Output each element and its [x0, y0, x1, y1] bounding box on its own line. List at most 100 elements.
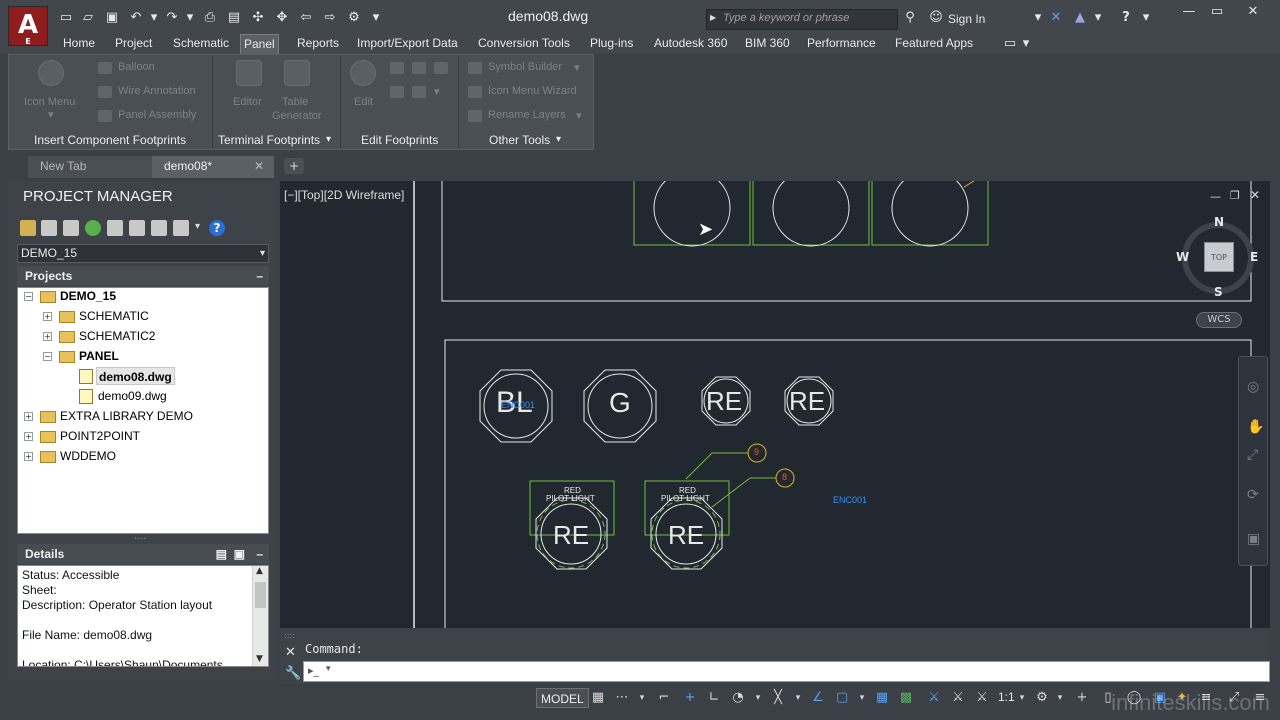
viewcube-east[interactable]: E: [1250, 250, 1258, 264]
edit-tool-icon[interactable]: [412, 62, 426, 74]
close-command-line-icon[interactable]: ✕: [285, 645, 296, 660]
snap-mode-icon[interactable]: ⋯: [614, 690, 630, 706]
wcs-menu[interactable]: WCS: [1196, 312, 1242, 328]
terminal-footprints-title[interactable]: Terminal Footprints: [218, 131, 320, 149]
edit-tool-icon[interactable]: [390, 86, 404, 98]
other-tools-dropdown-icon[interactable]: ▾: [556, 131, 561, 149]
table-generator-icon[interactable]: [284, 60, 310, 86]
balloon-button[interactable]: Balloon: [118, 61, 155, 73]
editor-button[interactable]: Editor: [233, 96, 262, 108]
rename-layers-button[interactable]: Rename Layers: [488, 109, 566, 121]
tab-home[interactable]: Home: [60, 34, 98, 54]
customize-dropdown-icon[interactable]: ▾: [368, 10, 384, 26]
command-input[interactable]: ▸_ ▾: [303, 661, 1270, 682]
customize-command-line-icon[interactable]: 🔧: [285, 666, 301, 681]
new-file-icon[interactable]: ▭: [58, 10, 74, 26]
tree-item-panel[interactable]: PANEL: [79, 347, 119, 365]
details-section-header[interactable]: Details ▤ ▣ –: [17, 544, 269, 564]
object-snap-dropdown-icon[interactable]: ▾: [854, 690, 870, 706]
exchange-icon[interactable]: ✕: [1048, 10, 1064, 26]
file-tab-new-tab[interactable]: New Tab: [28, 156, 152, 178]
edit-footprint-icon[interactable]: [350, 60, 376, 86]
rename-layers-dropdown-icon[interactable]: ▾: [576, 109, 582, 122]
user-icon[interactable]: ☺: [928, 10, 944, 26]
transparency-icon[interactable]: ▩: [898, 690, 914, 706]
steering-wheel-icon[interactable]: ◎: [1247, 379, 1259, 395]
help-icon[interactable]: ?: [1118, 10, 1134, 26]
grid-icon[interactable]: ▦: [590, 690, 606, 706]
tab-import-export-data[interactable]: Import/Export Data: [354, 34, 461, 54]
other-tools-title[interactable]: Other Tools: [489, 131, 550, 149]
details-scrollbar[interactable]: ▲ ▼: [252, 566, 268, 666]
tree-item-point2point[interactable]: POINT2POINT: [60, 427, 140, 445]
infer-constraints-icon[interactable]: ⌐: [656, 690, 672, 706]
restore-window-button[interactable]: ▭: [1204, 4, 1230, 22]
terminal-editor-icon[interactable]: [236, 60, 262, 86]
redo-icon[interactable]: ↷: [164, 10, 180, 26]
icon-menu-dropdown-icon[interactable]: ▾: [48, 108, 54, 121]
project-icon[interactable]: ✣: [250, 10, 266, 26]
polar-dropdown-icon[interactable]: ▾: [750, 690, 766, 706]
rename-layers-icon[interactable]: [468, 110, 482, 122]
projects-section-header[interactable]: Projects –: [17, 266, 269, 286]
wire-annotation-icon[interactable]: [98, 86, 112, 98]
tree-expand-icon[interactable]: +: [43, 332, 52, 341]
new-project-icon[interactable]: [41, 220, 57, 236]
tab-project[interactable]: Project: [112, 34, 155, 54]
object-snap-tracking-icon[interactable]: ∠: [810, 690, 826, 706]
plot-icon[interactable]: ▤: [226, 10, 242, 26]
icon-menu-icon[interactable]: [38, 60, 64, 86]
undo-icon[interactable]: ↶: [128, 10, 144, 26]
search-input[interactable]: Type a keyword or phrase: [706, 9, 898, 30]
viewcube-north[interactable]: N: [1214, 215, 1224, 229]
edit-tool-icon[interactable]: [434, 62, 448, 74]
viewcube-south[interactable]: S: [1214, 285, 1223, 299]
wire-annotation-button[interactable]: Wire Annotation: [118, 85, 196, 97]
zoom-extents-icon[interactable]: ⤢: [1247, 447, 1258, 463]
symbol-builder-icon[interactable]: [468, 62, 482, 74]
open-project-icon[interactable]: [20, 220, 36, 236]
tab-plug-ins[interactable]: Plug-ins: [587, 34, 636, 54]
balloon-icon[interactable]: [98, 62, 112, 74]
open-folder-icon[interactable]: ▱: [80, 10, 96, 26]
annotation-visibility-icon[interactable]: ⚔: [926, 690, 942, 706]
isometric-drafting-icon[interactable]: ╳: [770, 690, 786, 706]
tree-item-extra-library-demo[interactable]: EXTRA LIBRARY DEMO: [60, 407, 193, 425]
redo-dropdown-icon[interactable]: ▾: [182, 10, 198, 26]
scale-dropdown-icon[interactable]: ▾: [1014, 690, 1030, 706]
tree-collapse-icon[interactable]: −: [43, 352, 52, 361]
add-tab-button[interactable]: +: [284, 158, 304, 174]
workspace-icon[interactable]: ⚙: [346, 10, 362, 26]
tab-reports[interactable]: Reports: [294, 34, 342, 54]
generator-label[interactable]: Generator: [272, 110, 322, 122]
command-prompt-icon[interactable]: ▸_: [308, 664, 319, 677]
edit-tool-icon[interactable]: [412, 86, 426, 98]
next-icon[interactable]: ⇨: [322, 10, 338, 26]
tree-expand-icon[interactable]: +: [24, 412, 33, 421]
symbol-builder-button[interactable]: Symbol Builder: [488, 61, 562, 73]
project-wide-update-icon[interactable]: [129, 220, 145, 236]
edit-button[interactable]: Edit: [354, 96, 373, 108]
model-space-button[interactable]: MODEL: [536, 688, 589, 708]
print-icon[interactable]: ⎙: [202, 10, 218, 26]
a360-dropdown-icon[interactable]: ▾: [1090, 10, 1106, 26]
pan-icon[interactable]: ✋: [1247, 419, 1264, 435]
app-menu-button[interactable]: AE: [8, 6, 48, 46]
tab-bim-360[interactable]: BIM 360: [742, 34, 793, 54]
refresh-icon[interactable]: [85, 220, 101, 236]
publish-icon[interactable]: [173, 220, 189, 236]
scroll-up-icon[interactable]: ▲: [256, 566, 263, 576]
annotation-monitor-icon[interactable]: +: [1074, 690, 1090, 706]
icon-menu-label[interactable]: Icon Menu: [24, 96, 75, 108]
object-snap-icon[interactable]: ▢: [834, 690, 850, 706]
command-line-grip[interactable]: ::::: [284, 631, 295, 640]
tree-collapse-icon[interactable]: −: [24, 292, 33, 301]
workspace-switching-icon[interactable]: ⚙: [1034, 690, 1050, 706]
panel-assembly-button[interactable]: Panel Assembly: [118, 109, 196, 121]
ribbon-display-toggle-icon[interactable]: ▭: [1002, 36, 1018, 52]
annotation-scale-icon[interactable]: ⚔: [974, 690, 990, 706]
tree-item-schematic2[interactable]: SCHEMATIC2: [79, 327, 155, 345]
tree-item-demo-15[interactable]: DEMO_15: [60, 287, 116, 305]
a360-icon[interactable]: ▲: [1072, 10, 1088, 26]
scroll-thumb[interactable]: [255, 582, 266, 608]
